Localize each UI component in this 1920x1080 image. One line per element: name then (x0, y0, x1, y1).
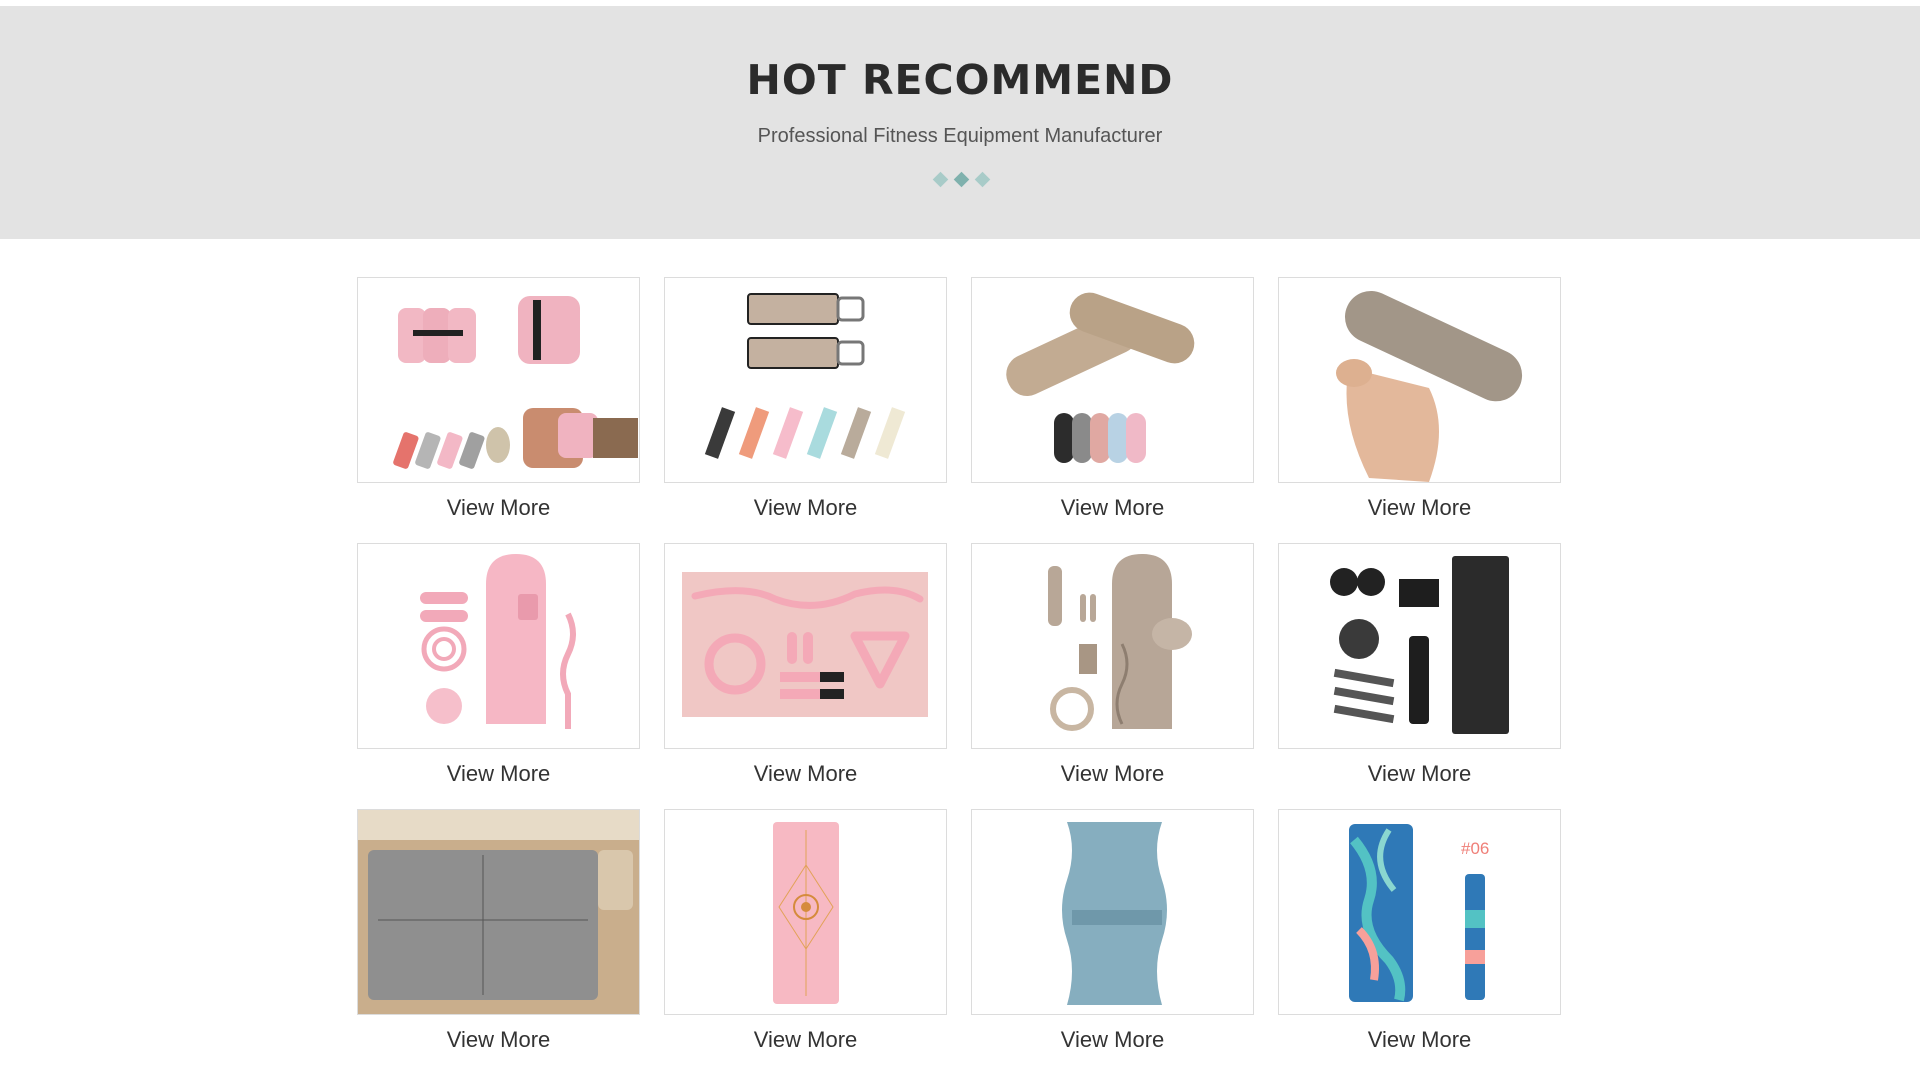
view-more-link[interactable]: View More (971, 1027, 1254, 1053)
section-title: HOT RECOMMEND (746, 56, 1174, 104)
diamond-icon (974, 171, 991, 188)
view-more-link[interactable]: View More (971, 495, 1254, 521)
view-more-link[interactable]: View More (664, 1027, 947, 1053)
product-card[interactable]: #06 View More (1278, 809, 1561, 1074)
diamond-icon (932, 171, 949, 188)
view-more-link[interactable]: View More (971, 761, 1254, 787)
hot-recommend-banner: HOT RECOMMEND Professional Fitness Equip… (0, 6, 1920, 239)
product-card[interactable]: View More (357, 543, 640, 808)
product-card[interactable]: View More (1278, 543, 1561, 808)
product-card[interactable]: View More (357, 809, 640, 1074)
ankle-strap-icon (704, 293, 906, 459)
product-image[interactable] (1278, 277, 1561, 483)
product-image[interactable] (664, 809, 947, 1015)
product-image[interactable] (357, 543, 640, 749)
taupe-pilates-icon (1048, 554, 1192, 731)
diamond-divider-icon (932, 171, 992, 188)
view-more-link[interactable]: View More (1278, 495, 1561, 521)
product-image[interactable]: #06 (1278, 809, 1561, 1015)
accessory-flatlay-icon (682, 572, 928, 717)
view-more-link[interactable]: View More (664, 495, 947, 521)
product-card[interactable]: View More (971, 809, 1254, 1074)
view-more-link[interactable]: View More (357, 495, 640, 521)
product-card[interactable]: View More (1278, 277, 1561, 542)
section-subtitle: Professional Fitness Equipment Manufactu… (757, 125, 1163, 147)
hand-weight-icon (1336, 290, 1523, 482)
product-image[interactable] (971, 809, 1254, 1015)
product-card[interactable]: View More (664, 277, 947, 542)
product-card[interactable]: View More (971, 277, 1254, 542)
product-image[interactable] (971, 543, 1254, 749)
product-image[interactable] (1278, 543, 1561, 749)
product-image[interactable] (664, 543, 947, 749)
blue-yoga-mat-icon (1062, 822, 1167, 1005)
pilates-set-icon (420, 554, 576, 729)
view-more-link[interactable]: View More (1278, 1027, 1561, 1053)
product-card[interactable]: View More (971, 543, 1254, 808)
diamond-icon (953, 171, 970, 188)
product-card[interactable]: View More (664, 543, 947, 808)
dumbbell-bar-icon (1006, 292, 1195, 463)
product-card[interactable]: View More (664, 809, 947, 1074)
product-image[interactable] (357, 277, 640, 483)
view-more-link[interactable]: View More (664, 761, 947, 787)
variant-tag: #06 (1461, 839, 1489, 858)
wrist-weight-icon (393, 296, 638, 469)
reformer-mat-icon (358, 810, 639, 1014)
pink-yoga-mat-icon (773, 822, 839, 1004)
product-image[interactable] (971, 277, 1254, 483)
view-more-link[interactable]: View More (357, 761, 640, 787)
product-grid: View More View More View More View More … (357, 277, 1562, 1057)
black-fitness-icon (1330, 556, 1509, 734)
view-more-link[interactable]: View More (1278, 761, 1561, 787)
view-more-link[interactable]: View More (357, 1027, 640, 1053)
product-card[interactable]: View More (357, 277, 640, 542)
product-image[interactable] (357, 809, 640, 1015)
product-image[interactable] (664, 277, 947, 483)
